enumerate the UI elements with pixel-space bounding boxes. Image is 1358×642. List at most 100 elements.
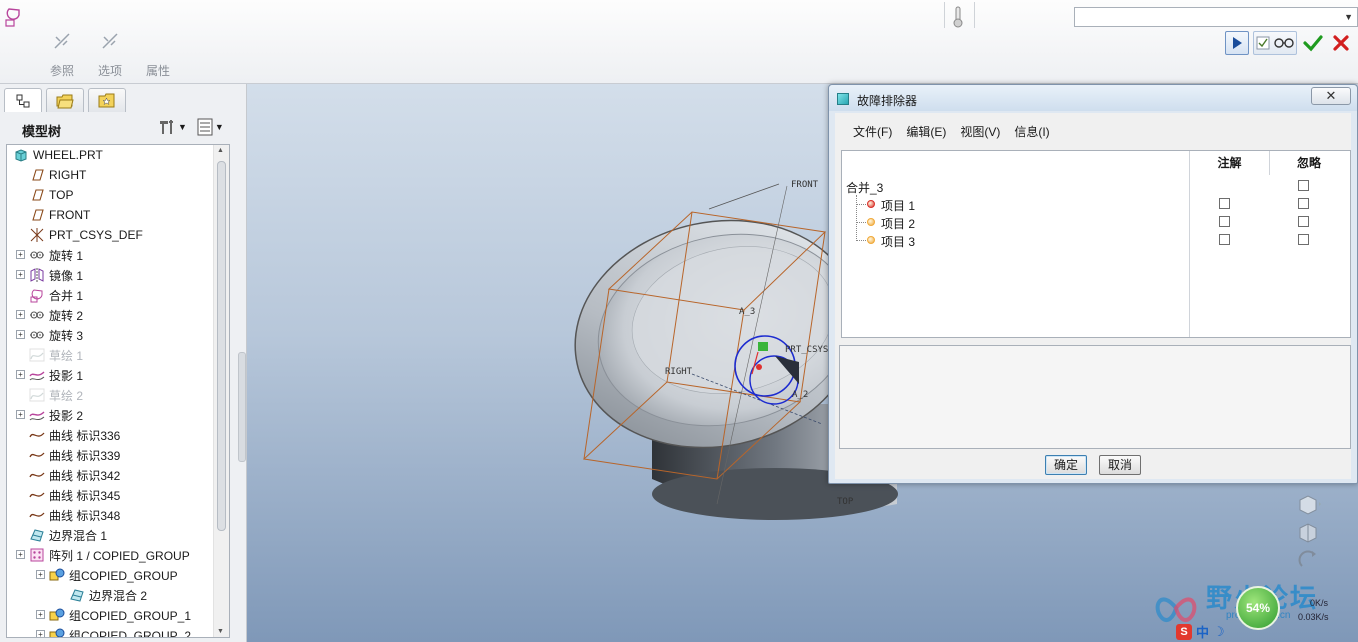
tree-item[interactable]: 草绘 2 [7,385,213,405]
expand-icon[interactable]: + [16,410,25,419]
tree-item-label: 旋转 1 [49,248,84,263]
column-header-note: 注解 [1190,151,1269,175]
scroll-up-icon[interactable]: ▲ [217,147,224,154]
table-row[interactable]: 项目 2 [842,213,1350,231]
tree-item[interactable]: + 旋转 1 [7,245,213,265]
preview-group [1253,31,1297,55]
panel-resize-handle[interactable] [238,352,246,462]
checkbox[interactable] [1298,234,1309,245]
tree-connector [856,204,866,205]
tab-properties[interactable]: 属性 [146,62,170,79]
tree-item-label: FRONT [49,208,91,222]
settings-dropdown[interactable]: ▼ [158,118,187,136]
menu-info[interactable]: 信息(I) [1014,119,1049,141]
table-row[interactable]: 合并_3 [842,177,1350,195]
tree-item[interactable]: + 组COPIED_GROUP [7,565,213,585]
tree-item[interactable]: 曲线 标识336 [7,425,213,445]
verify-checkbox-icon[interactable] [1256,36,1270,50]
tree-item[interactable]: + 组COPIED_GROUP_2 [7,625,213,637]
checkbox[interactable] [1298,198,1309,209]
view-orient-icon[interactable] [1296,492,1322,516]
tree-item[interactable]: 草绘 1 [7,345,213,365]
checkbox[interactable] [1219,198,1230,209]
ime-language-toggle[interactable]: 中 [1196,622,1209,641]
preview-glasses-icon[interactable] [1273,37,1295,49]
filter-dropdown[interactable]: ▼ [1074,7,1358,27]
table-row[interactable]: 项目 3 [842,231,1350,249]
tree-item[interactable]: + 旋转 3 [7,325,213,345]
tree-item[interactable]: 边界混合 1 [7,525,213,545]
tab-favorites[interactable] [88,88,126,112]
menu-file[interactable]: 文件(F) [853,119,892,141]
tools-icon [160,120,173,134]
tree-item-label: 旋转 2 [49,308,84,323]
datum-label-a3: A_3 [739,307,755,317]
tree-item[interactable]: + 镜像 1 [7,265,213,285]
tree-item[interactable]: FRONT [7,205,213,225]
tree-item[interactable]: 曲线 标识348 [7,505,213,525]
expand-icon[interactable]: + [36,570,45,579]
tree-item[interactable]: + 投影 2 [7,405,213,425]
checkbox[interactable] [1298,180,1309,191]
spin-icon[interactable] [1296,548,1322,572]
column-header-ignore: 忽略 [1270,151,1348,175]
expand-icon[interactable]: + [16,330,25,339]
expand-icon[interactable]: + [16,250,25,259]
ok-button[interactable]: 确定 [1044,455,1087,475]
tab-options[interactable]: 选项 [98,62,122,79]
expand-icon[interactable]: + [16,370,25,379]
apply-button[interactable] [1301,31,1325,55]
tab-folder-browser[interactable] [46,88,84,112]
show-dropdown[interactable]: ▼ [197,118,224,136]
feature-dashboard: 参照 选项 属性 ▼ [0,0,1358,84]
expand-icon[interactable]: + [16,550,25,559]
datum-label-top: TOP [837,497,854,507]
revolve-icon [29,327,45,343]
menu-view[interactable]: 视图(V) [960,119,1000,141]
table-row[interactable]: 项目 1 [842,195,1350,213]
network-meter[interactable]: 54% [1236,586,1280,630]
menu-edit[interactable]: 编辑(E) [906,119,946,141]
option-tool-icon[interactable] [96,32,124,56]
tree-item[interactable]: RIGHT [7,165,213,185]
tree-item[interactable]: TOP [7,185,213,205]
reference-tool-icon[interactable] [48,32,76,56]
checkbox[interactable] [1219,216,1230,227]
group-icon [49,627,65,637]
tree-item[interactable]: + 组COPIED_GROUP_1 [7,605,213,625]
mirror-icon [29,267,45,283]
tab-references[interactable]: 参照 [50,62,74,79]
tree-item[interactable]: 曲线 标识342 [7,465,213,485]
expand-icon[interactable]: + [36,610,45,619]
checkbox[interactable] [1219,234,1230,245]
csys-icon [29,227,45,243]
moon-icon[interactable]: ☽ [1213,624,1225,640]
tree-item[interactable]: 合并 1 [7,285,213,305]
scroll-thumb[interactable] [217,161,226,531]
checkbox[interactable] [1298,216,1309,227]
scroll-down-icon[interactable]: ▼ [217,628,224,635]
tree-item[interactable]: + 阵列 1 / COPIED_GROUP [7,545,213,565]
expand-icon[interactable]: + [16,310,25,319]
tab-model-tree[interactable] [4,88,42,112]
expand-icon[interactable]: + [36,630,45,637]
tree-item-label: 曲线 标识342 [49,468,121,483]
dialog-close-button[interactable]: ✕ [1311,87,1351,105]
dialog-titlebar[interactable]: 故障排除器 ✕ [829,85,1357,111]
cancel-button[interactable] [1329,31,1353,55]
tree-item-label: 边界混合 1 [49,528,108,543]
tree-item[interactable]: PRT_CSYS_DEF [7,225,213,245]
expand-icon[interactable]: + [16,270,25,279]
resume-button[interactable] [1225,31,1249,55]
curve-icon [29,427,45,443]
view-display-icon[interactable] [1296,520,1322,544]
tree-item[interactable]: 曲线 标识345 [7,485,213,505]
tree-item[interactable]: 边界混合 2 [7,585,213,605]
tree-item[interactable]: 曲线 标识339 [7,445,213,465]
sogou-ime-icon[interactable]: S [1176,623,1192,640]
tree-scrollbar[interactable]: ▲ ▼ [213,145,229,637]
cancel-button[interactable]: 取消 [1099,455,1142,475]
tree-item[interactable]: + 投影 1 [7,365,213,385]
tree-item[interactable]: + 旋转 2 [7,305,213,325]
tree-item[interactable]: WHEEL.PRT [7,145,213,165]
